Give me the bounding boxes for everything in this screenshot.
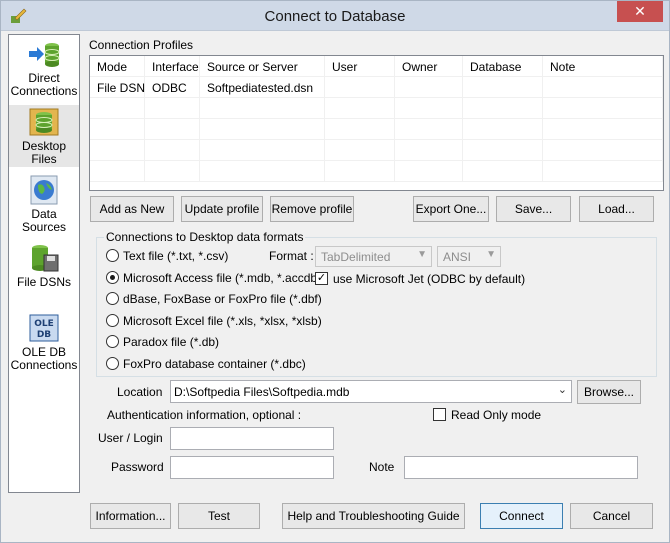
chevron-down-icon: ▼ <box>417 249 427 260</box>
table-header-row: Mode Interface Source or Server User Own… <box>90 56 663 77</box>
radio-indicator[interactable] <box>106 292 119 305</box>
radio-indicator[interactable] <box>106 357 119 370</box>
sidebar: Direct Connections Desktop Files Data So… <box>8 34 80 493</box>
radio-label: FoxPro database container (*.dbc) <box>123 357 306 371</box>
sidebar-item-file-dsns[interactable]: File DSNs <box>9 243 79 289</box>
load-button[interactable]: Load... <box>579 196 654 222</box>
note-label: Note <box>369 460 395 474</box>
connect-button[interactable]: Connect <box>480 503 563 529</box>
charset-select-value: ANSI <box>443 250 472 264</box>
profiles-group-label: Connection Profiles <box>89 38 194 52</box>
radio-indicator[interactable] <box>106 314 119 327</box>
radio-label: Microsoft Access file (*.mdb, *.accdb) <box>123 271 322 285</box>
location-value: D:\Softpedia Files\Softpedia.mdb <box>174 385 350 399</box>
export-one-button[interactable]: Export One... <box>413 196 489 222</box>
desktop-files-icon <box>29 108 59 136</box>
read-only-label: Read Only mode <box>451 408 542 422</box>
format-select-value: TabDelimited <box>321 250 391 264</box>
location-input[interactable]: D:\Softpedia Files\Softpedia.mdb ⌄ <box>170 380 572 403</box>
table-cell <box>325 77 395 98</box>
radio-indicator[interactable] <box>106 335 119 348</box>
user-login-input[interactable] <box>170 427 334 450</box>
column-header[interactable]: Interface <box>145 56 200 77</box>
sidebar-item-desktop-files[interactable]: Desktop Files <box>9 105 79 167</box>
column-header[interactable]: Note <box>543 56 663 77</box>
cancel-button[interactable]: Cancel <box>570 503 653 529</box>
auth-label: Authentication information, optional : <box>107 408 302 422</box>
format-select[interactable]: TabDelimited ▼ <box>315 246 432 267</box>
table-row[interactable]: File DSN ODBC Softpediatested.dsn <box>90 77 663 98</box>
table-row-empty <box>90 140 663 161</box>
checkbox-checked-icon[interactable]: ✓ <box>315 272 328 285</box>
add-as-new-button[interactable]: Add as New <box>90 196 174 222</box>
table-row-empty <box>90 98 663 119</box>
user-login-label: User / Login <box>98 431 163 445</box>
profiles-table[interactable]: Mode Interface Source or Server User Own… <box>89 55 664 191</box>
information-button[interactable]: Information... <box>90 503 171 529</box>
browse-button[interactable]: Browse... <box>577 380 641 404</box>
chevron-down-icon[interactable]: ⌄ <box>558 383 567 396</box>
radio-label: dBase, FoxBase or FoxPro file (*.dbf) <box>123 292 322 306</box>
checkbox-unchecked-icon[interactable] <box>433 408 446 421</box>
radio-indicator-selected[interactable] <box>106 271 119 284</box>
radio-label: Microsoft Excel file (*.xls, *xlsx, *xls… <box>123 314 322 328</box>
table-cell: File DSN <box>90 77 145 98</box>
remove-profile-button[interactable]: Remove profile <box>270 196 354 222</box>
sidebar-item-direct-connections[interactable]: Direct Connections <box>9 41 79 98</box>
table-cell <box>543 77 663 98</box>
sidebar-item-label: Connections <box>10 358 78 372</box>
sidebar-item-label: Connections <box>10 84 78 98</box>
column-header[interactable]: User <box>325 56 395 77</box>
table-cell <box>395 77 463 98</box>
password-label: Password <box>111 460 164 474</box>
column-header[interactable]: Mode <box>90 56 145 77</box>
password-input[interactable] <box>170 456 334 479</box>
use-jet-label: use Microsoft Jet (ODBC by default) <box>333 272 526 286</box>
column-header[interactable]: Owner <box>395 56 463 77</box>
desktop-formats-group-label: Connections to Desktop data formats <box>104 230 306 244</box>
sidebar-item-data-sources[interactable]: Data Sources <box>9 175 79 234</box>
svg-text:DB: DB <box>37 330 51 340</box>
save-button[interactable]: Save... <box>496 196 571 222</box>
file-dsn-icon <box>32 245 59 272</box>
radio-label: Text file (*.txt, *.csv) <box>123 249 229 263</box>
radio-indicator[interactable] <box>106 249 119 262</box>
table-cell <box>463 77 543 98</box>
radio-label: Paradox file (*.db) <box>123 335 220 349</box>
table-row-empty <box>90 119 663 140</box>
table-cell: ODBC <box>145 77 200 98</box>
title-bar: Connect to Database ✕ <box>1 1 669 31</box>
sidebar-item-ole-db-connections[interactable]: OLE DB OLE DB Connections <box>9 313 79 372</box>
format-label: Format : <box>269 249 314 263</box>
update-profile-button[interactable]: Update profile <box>181 196 263 222</box>
oledb-icon: OLE DB <box>29 314 59 342</box>
sidebar-item-label: File DSNs <box>16 275 71 289</box>
column-header[interactable]: Database <box>463 56 543 77</box>
database-arrow-icon <box>29 43 60 67</box>
connect-dialog: Connect to Database ✕ Direct Connections <box>0 0 670 543</box>
close-button[interactable]: ✕ <box>617 1 663 22</box>
table-row-empty <box>90 161 663 182</box>
note-input[interactable] <box>404 456 638 479</box>
location-label: Location <box>117 385 163 399</box>
window-title: Connect to Database <box>264 8 406 25</box>
table-cell: Softpediatested.dsn <box>200 77 325 98</box>
test-button[interactable]: Test <box>178 503 260 529</box>
sidebar-item-label: Files <box>31 152 57 166</box>
charset-select[interactable]: ANSI ▼ <box>437 246 501 267</box>
svg-text:OLE: OLE <box>34 319 54 329</box>
sidebar-item-label: Sources <box>21 220 67 234</box>
help-button[interactable]: Help and Troubleshooting Guide <box>282 503 465 529</box>
chevron-down-icon: ▼ <box>486 249 496 260</box>
globe-icon <box>30 175 58 205</box>
column-header[interactable]: Source or Server <box>200 56 325 77</box>
